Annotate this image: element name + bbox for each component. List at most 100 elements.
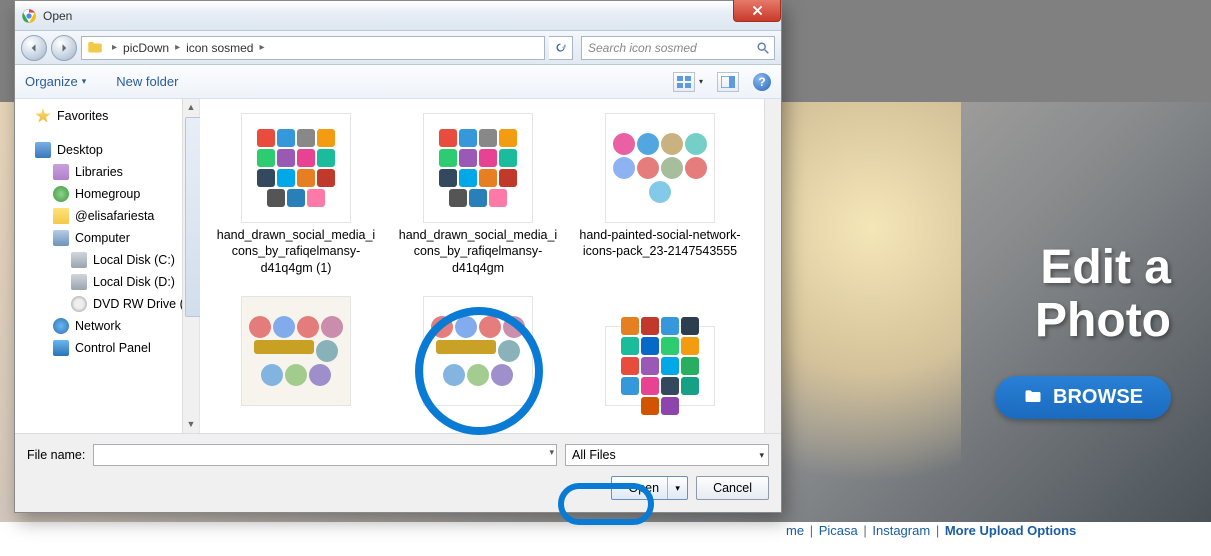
star-icon xyxy=(35,108,51,124)
upload-links: me | Picasa | Instagram | More Upload Op… xyxy=(786,523,1076,538)
close-button[interactable] xyxy=(733,0,781,22)
sidebar: Favorites Desktop Libraries Homegroup @e… xyxy=(15,99,200,433)
sidebar-item-label: Control Panel xyxy=(75,341,151,355)
sidebar-item-label: Local Disk (C:) xyxy=(93,253,175,267)
disk-icon xyxy=(71,252,87,268)
file-thumbnail xyxy=(241,113,351,223)
sidebar-item-label: Homegroup xyxy=(75,187,140,201)
file-item[interactable] xyxy=(578,296,742,410)
organize-menu[interactable]: Organize xyxy=(25,74,86,89)
breadcrumb-part1[interactable]: picDown xyxy=(123,41,169,55)
sidebar-item-homegroup[interactable]: Homegroup xyxy=(15,183,183,205)
dialog-title: Open xyxy=(43,9,72,23)
sidebar-item-label: @elisafariesta xyxy=(75,209,154,223)
file-thumbnail xyxy=(423,113,533,223)
control-panel-icon xyxy=(53,340,69,356)
browse-label: BROWSE xyxy=(1053,386,1143,409)
navbar: ▸ picDown ▸ icon sosmed ▸ Search icon so… xyxy=(15,31,781,65)
sidebar-scrollbar[interactable]: ▲▼ xyxy=(182,99,199,433)
help-icon: ? xyxy=(758,75,765,89)
forward-button[interactable] xyxy=(51,35,77,61)
refresh-button[interactable] xyxy=(549,36,573,60)
file-item[interactable]: hand_drawn_social_media_icons_by_rafiqel… xyxy=(396,113,560,276)
sidebar-item-network[interactable]: Network xyxy=(15,315,183,337)
file-thumbnail xyxy=(605,326,715,406)
link-picasa[interactable]: Picasa xyxy=(819,523,858,538)
cancel-button[interactable]: Cancel xyxy=(696,476,769,500)
desktop-icon xyxy=(35,142,51,158)
disk-icon xyxy=(71,274,87,290)
search-icon xyxy=(756,41,770,55)
arrow-right-icon xyxy=(58,42,70,54)
sidebar-item-localc[interactable]: Local Disk (C:) xyxy=(15,249,183,271)
link-instagram[interactable]: Instagram xyxy=(872,523,930,538)
sidebar-item-label: DVD RW Drive ( xyxy=(93,297,183,311)
file-item[interactable] xyxy=(396,296,560,410)
file-name: hand_drawn_social_media_icons_by_rafiqel… xyxy=(396,227,560,276)
new-folder-button[interactable]: New folder xyxy=(116,74,178,89)
file-name-input[interactable]: ▾ xyxy=(93,444,557,466)
dvd-icon xyxy=(71,296,87,312)
help-button[interactable]: ? xyxy=(753,73,771,91)
libraries-icon xyxy=(53,164,69,180)
file-name: hand_drawn_social_media_icons_by_rafiqel… xyxy=(214,227,378,276)
homegroup-icon xyxy=(53,186,69,202)
sidebar-item-label: Favorites xyxy=(57,109,108,123)
sidebar-item-user[interactable]: @elisafariesta xyxy=(15,205,183,227)
view-dropdown[interactable]: ▾ xyxy=(699,77,703,86)
open-dropdown[interactable]: ▾ xyxy=(667,477,687,499)
breadcrumb-part2[interactable]: icon sosmed xyxy=(186,41,253,55)
file-item[interactable] xyxy=(214,296,378,410)
address-bar[interactable]: ▸ picDown ▸ icon sosmed ▸ xyxy=(81,36,545,60)
file-item[interactable]: hand_drawn_social_media_icons_by_rafiqel… xyxy=(214,113,378,276)
refresh-icon xyxy=(554,41,567,54)
open-label: Open xyxy=(628,481,659,495)
sidebar-item-dvd[interactable]: DVD RW Drive ( xyxy=(15,293,183,315)
link-more-upload[interactable]: More Upload Options xyxy=(945,523,1076,538)
sidebar-item-label: Network xyxy=(75,319,121,333)
folder-icon xyxy=(86,39,104,57)
sidebar-item-libraries[interactable]: Libraries xyxy=(15,161,183,183)
folder-icon xyxy=(53,208,69,224)
titlebar: Open xyxy=(15,1,781,31)
sidebar-item-label: Desktop xyxy=(57,143,103,157)
file-name: hand-painted-social-network-icons-pack_2… xyxy=(578,227,742,260)
sidebar-item-favorites[interactable]: Favorites xyxy=(15,105,183,127)
file-name-label: File name: xyxy=(27,448,85,462)
network-icon xyxy=(53,318,69,334)
file-open-dialog: Open ▸ picDown ▸ icon sosmed ▸ Search ic… xyxy=(14,0,782,513)
chevron-down-icon: ▾ xyxy=(759,450,764,461)
files-scrollbar[interactable] xyxy=(764,99,781,433)
dialog-footer: File name: ▾ All Files ▾ Open ▾ Cancel xyxy=(15,433,781,512)
computer-icon xyxy=(53,230,69,246)
hero-title-line2: Photo xyxy=(995,295,1171,348)
filter-label: All Files xyxy=(572,448,616,462)
sidebar-item-computer[interactable]: Computer xyxy=(15,227,183,249)
sidebar-item-desktop[interactable]: Desktop xyxy=(15,139,183,161)
chevron-down-icon[interactable]: ▾ xyxy=(549,447,554,458)
close-icon xyxy=(751,4,764,17)
view-button[interactable] xyxy=(673,72,695,92)
sidebar-item-label: Libraries xyxy=(75,165,123,179)
link-me[interactable]: me xyxy=(786,523,804,538)
file-item[interactable]: hand-painted-social-network-icons-pack_2… xyxy=(578,113,742,276)
back-button[interactable] xyxy=(21,35,47,61)
preview-pane-button[interactable] xyxy=(717,72,739,92)
sidebar-item-locald[interactable]: Local Disk (D:) xyxy=(15,271,183,293)
file-thumbnail xyxy=(605,113,715,223)
search-placeholder: Search icon sosmed xyxy=(588,41,697,55)
toolbar: Organize New folder ▾ ? xyxy=(15,65,781,99)
open-button[interactable]: Open ▾ xyxy=(611,476,688,500)
sidebar-item-label: Local Disk (D:) xyxy=(93,275,175,289)
arrow-left-icon xyxy=(28,42,40,54)
file-list: hand_drawn_social_media_icons_by_rafiqel… xyxy=(200,99,781,433)
pane-icon xyxy=(721,76,735,88)
file-thumbnail xyxy=(423,296,533,406)
sidebar-item-control[interactable]: Control Panel xyxy=(15,337,183,359)
search-input[interactable]: Search icon sosmed xyxy=(581,36,775,60)
hero-title-line1: Edit a xyxy=(995,242,1171,295)
file-type-filter[interactable]: All Files ▾ xyxy=(565,444,769,466)
folder-icon xyxy=(1023,387,1043,407)
sidebar-item-label: Computer xyxy=(75,231,130,245)
browse-button[interactable]: BROWSE xyxy=(995,376,1171,419)
